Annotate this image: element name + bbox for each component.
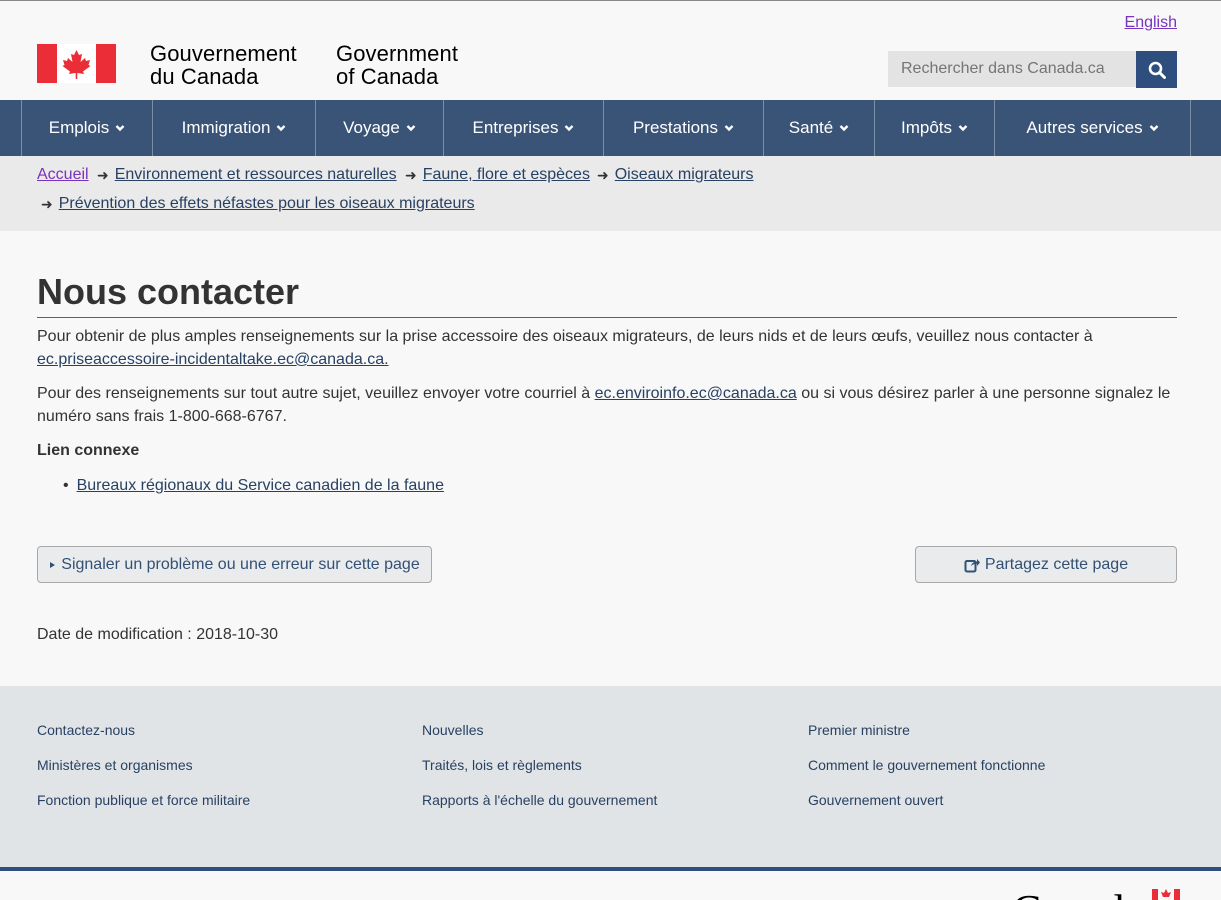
menu-item-impots[interactable]: Impôts	[875, 100, 995, 156]
footer-link-treaties[interactable]: Traités, lois et règlements	[422, 757, 657, 792]
triangle-right-icon	[50, 561, 56, 568]
chevron-down-icon	[958, 125, 968, 132]
menu-item-prestations[interactable]: Prestations	[604, 100, 764, 156]
share-page-button[interactable]: Partagez cette page	[915, 546, 1177, 583]
arrow-right-icon: ➜	[97, 166, 109, 183]
title-divider	[37, 317, 1177, 318]
paragraph-text: Pour des renseignements sur tout autre s…	[37, 385, 595, 402]
breadcrumb-link[interactable]: Prévention des effets néfastes pour les …	[59, 195, 475, 213]
list-item: • Bureaux régionaux du Service canadien d…	[63, 476, 444, 496]
menu-item-emplois[interactable]: Emplois	[22, 100, 153, 156]
share-icon	[964, 558, 980, 572]
arrow-right-icon: ➜	[597, 166, 609, 183]
breadcrumb-link-accueil[interactable]: Accueil	[37, 166, 89, 184]
chevron-down-icon	[724, 125, 734, 132]
menu-item-label: Santé	[788, 118, 834, 137]
menu-item-label: Entreprises	[472, 118, 559, 137]
menu-spacer	[0, 100, 22, 156]
footer-column-2: Nouvelles Traités, lois et règlements Ra…	[422, 722, 657, 827]
date-modified: Date de modification : 2018-10-30	[37, 626, 279, 643]
share-button-label: Partagez cette page	[984, 555, 1129, 573]
wordmark-en-line1: Government	[336, 41, 459, 66]
menu-item-label: Immigration	[181, 118, 271, 137]
arrow-right-icon: ➜	[405, 166, 417, 183]
search-input[interactable]	[888, 51, 1136, 87]
incidental-take-email-link[interactable]: ec.priseaccessoire-incidentaltake.ec@can…	[37, 351, 389, 368]
menu-item-autres-services[interactable]: Autres services	[995, 100, 1191, 156]
breadcrumb-item: ➜ Prévention des effets néfastes pour le…	[41, 195, 475, 213]
breadcrumb-item: ➜ Faune, flore et espèces	[405, 166, 590, 184]
chevron-down-icon	[115, 125, 125, 132]
bullet: •	[63, 477, 69, 494]
canada-wordmark-logo: Canada	[1012, 886, 1180, 900]
wordmark-english[interactable]: Government of Canada	[336, 42, 458, 88]
menu-item-label: Emplois	[48, 118, 110, 137]
main-menu: Emplois Immigration Voyage Entreprises P…	[0, 100, 1221, 156]
contact-paragraph-1: Pour obtenir de plus amples renseignemen…	[37, 325, 1182, 371]
chevron-down-icon	[1149, 125, 1158, 132]
page-title: Nous contacter	[37, 271, 300, 312]
footer-column-3: Premier ministre Comment le gouvernement…	[808, 722, 1045, 827]
menu-item-label: Autres services	[1026, 118, 1143, 137]
menu-item-voyage[interactable]: Voyage	[316, 100, 444, 156]
menu-item-sante[interactable]: Santé	[764, 100, 875, 156]
related-links-heading: Lien connexe	[37, 442, 140, 459]
footer-divider	[0, 867, 1221, 871]
breadcrumb-item: ➜ Oiseaux migrateurs	[597, 166, 753, 184]
chevron-down-icon	[565, 125, 574, 132]
footer-link-reports[interactable]: Rapports à l'échelle du gouvernement	[422, 792, 657, 827]
menu-item-immigration[interactable]: Immigration	[153, 100, 316, 156]
canada-wordmark-text: Canada	[1012, 886, 1144, 900]
chevron-down-icon	[277, 125, 286, 132]
footer-link-how-gov-works[interactable]: Comment le gouvernement fonctionne	[808, 757, 1045, 792]
contact-paragraph-2: Pour des renseignements sur tout autre s…	[37, 382, 1177, 428]
breadcrumb-link[interactable]: Faune, flore et espèces	[423, 166, 590, 184]
breadcrumb-item: Accueil	[37, 166, 89, 184]
report-button-label: Signaler un problème ou une erreur sur c…	[61, 555, 420, 573]
regional-offices-link[interactable]: Bureaux régionaux du Service canadien de…	[77, 477, 444, 494]
footer-link-news[interactable]: Nouvelles	[422, 722, 657, 757]
report-problem-button[interactable]: Signaler un problème ou une erreur sur c…	[37, 546, 432, 583]
menu-item-label: Impôts	[900, 118, 953, 137]
arrow-right-icon: ➜	[41, 195, 53, 212]
footer-column-1: Contactez-nous Ministères et organismes …	[37, 722, 250, 827]
footer-link-contact[interactable]: Contactez-nous	[37, 722, 250, 757]
breadcrumb-link[interactable]: Environnement et ressources naturelles	[115, 166, 397, 184]
breadcrumb-link[interactable]: Oiseaux migrateurs	[615, 166, 754, 184]
wordmark-fr-line2: du Canada	[150, 64, 259, 89]
breadcrumb: Accueil ➜ Environnement et ressources na…	[0, 156, 1221, 231]
language-toggle-link[interactable]: English	[1125, 14, 1177, 32]
wordmark-fr-line1: Gouvernement	[150, 41, 297, 66]
chevron-down-icon	[406, 125, 416, 132]
footer-link-departments[interactable]: Ministères et organismes	[37, 757, 250, 792]
canada-flag-icon	[37, 44, 116, 83]
menu-item-label: Voyage	[343, 118, 400, 137]
site-footer: Contactez-nous Ministères et organismes …	[0, 686, 1221, 867]
site-header: English Gouvernement du Canada Governmen…	[0, 1, 1221, 100]
menu-item-label: Prestations	[632, 118, 719, 137]
enviroinfo-email-link[interactable]: ec.enviroinfo.ec@canada.ca	[595, 385, 797, 402]
footer-link-open-gov[interactable]: Gouvernement ouvert	[808, 792, 1045, 827]
related-links-list: • Bureaux régionaux du Service canadien d…	[63, 476, 444, 496]
footer-link-prime-minister[interactable]: Premier ministre	[808, 722, 1045, 757]
breadcrumb-item: ➜ Environnement et ressources naturelles	[97, 166, 397, 184]
chevron-down-icon	[839, 125, 849, 132]
menu-item-entreprises[interactable]: Entreprises	[444, 100, 604, 156]
footer-link-public-service[interactable]: Fonction publique et force militaire	[37, 792, 250, 827]
wordmark-en-line2: of Canada	[336, 64, 439, 89]
search-button[interactable]	[1136, 51, 1177, 88]
wordmark-french[interactable]: Gouvernement du Canada	[150, 42, 297, 88]
search-icon	[1148, 61, 1166, 79]
paragraph-text: Pour obtenir de plus amples renseignemen…	[37, 328, 1093, 345]
